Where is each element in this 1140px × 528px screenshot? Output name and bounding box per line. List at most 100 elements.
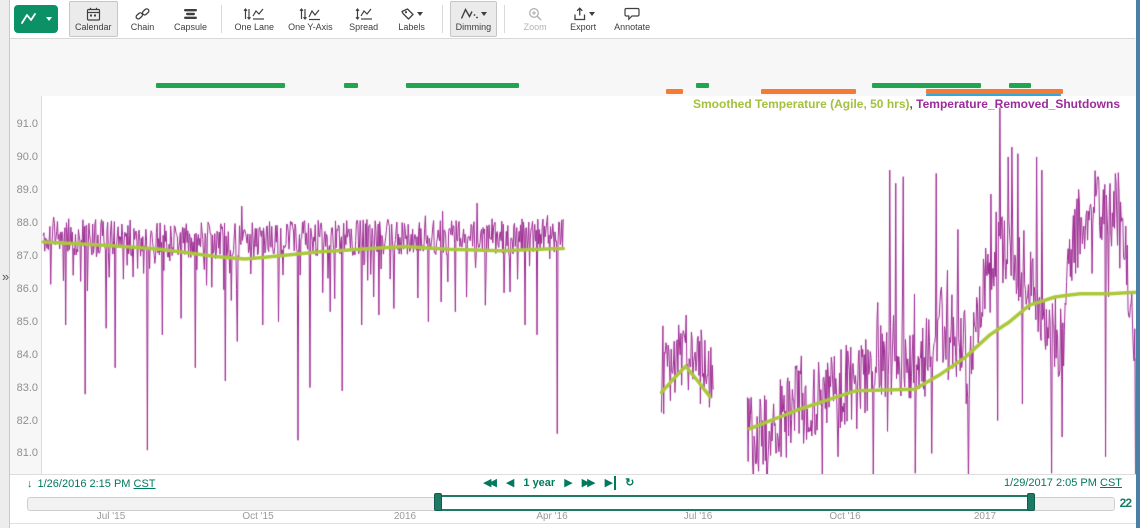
- capsule-green-bar: [1009, 83, 1031, 88]
- toolbar-button-label: Labels: [398, 22, 425, 32]
- toolbar-button-label: Zoom: [524, 22, 547, 32]
- auto-update-icon[interactable]: ↻: [625, 476, 634, 490]
- capsule-orange-bar: [666, 89, 684, 94]
- annotate-icon: [624, 6, 640, 21]
- step-forward-half-icon[interactable]: ▶: [564, 476, 572, 490]
- y-axis-tick-label: 81.0: [11, 447, 38, 459]
- range-duration-label[interactable]: 1 year: [523, 477, 555, 489]
- step-back-half-icon[interactable]: ◀: [506, 476, 514, 490]
- capsule-green-bar: [406, 83, 520, 88]
- capsule-green-bar: [156, 83, 285, 88]
- scrollbar-time-label: 2017: [950, 511, 1020, 522]
- caret-down-icon: [417, 12, 423, 16]
- toolbar-separator: [442, 5, 443, 33]
- zoom-icon: [528, 6, 543, 21]
- labels-icon: [400, 6, 423, 21]
- y-axis-tick-label: 90.0: [11, 151, 38, 163]
- toolbar-button-label: Capsule: [174, 22, 207, 32]
- y-axis-tick-label: 89.0: [11, 184, 38, 196]
- one-lane-icon: [243, 6, 265, 21]
- toolbar-separator: [221, 5, 222, 33]
- one-yaxis-icon: [299, 6, 321, 21]
- step-forward-full-icon[interactable]: ▶▶: [582, 476, 596, 490]
- annotate-button[interactable]: Annotate: [608, 1, 656, 37]
- caret-down-icon: [589, 12, 595, 16]
- zoom-button: Zoom: [512, 1, 558, 37]
- range-end: 1/29/2017 2:05 PM CST: [1004, 477, 1122, 489]
- trend-view-button[interactable]: [14, 5, 58, 33]
- chart-legend: Smoothed Temperature (Agile, 50 hrs), Te…: [693, 97, 1120, 111]
- step-to-now-icon[interactable]: ▶: [605, 476, 616, 490]
- y-axis-tick-label: 87.0: [11, 250, 38, 262]
- range-start-timezone[interactable]: CST: [134, 478, 156, 490]
- trend-toolbar: Calendar Chain Capsule One Lane One Y-Axis Sp…: [10, 0, 1135, 39]
- calendar-button[interactable]: Calendar: [69, 1, 118, 37]
- caret-down-icon: [46, 17, 52, 21]
- y-axis-tick-label: 88.0: [11, 217, 38, 229]
- toolbar-button-label: Spread: [349, 22, 378, 32]
- scrollbar-left-handle[interactable]: [434, 493, 442, 511]
- range-navigation: ◀◀ ◀ 1 year ▶ ▶▶ ▶ ↻: [483, 476, 634, 490]
- dimming-button[interactable]: Dimming: [450, 1, 498, 37]
- export-button[interactable]: Export: [560, 1, 606, 37]
- trend-chart-canvas[interactable]: [41, 96, 1140, 493]
- toolbar-separator: [504, 5, 505, 33]
- capsule-green-bar: [344, 83, 358, 88]
- range-start: ↓ 1/26/2016 2:15 PM CST: [27, 477, 156, 491]
- step-back-full-icon[interactable]: ◀◀: [483, 476, 497, 490]
- toolbar-button-label: Chain: [131, 22, 155, 32]
- scrollbar-time-label: Oct '15: [223, 511, 293, 522]
- investigate-start-icon[interactable]: ↓: [27, 477, 33, 491]
- toolbar-button-label: Annotate: [614, 22, 650, 32]
- scrollbar-time-label: 2016: [370, 511, 440, 522]
- trend-icon: [20, 12, 52, 27]
- legend-raw-series[interactable]: Temperature_Removed_Shutdowns: [916, 97, 1120, 111]
- scrollbar-time-label: Jul '16: [663, 511, 733, 522]
- chain-button[interactable]: Chain: [120, 1, 166, 37]
- y-axis-tick-label: 91.0: [11, 118, 38, 130]
- display-range-bar: ↓ 1/26/2016 2:15 PM CST ◀◀ ◀ 1 year ▶ ▶▶…: [0, 474, 1136, 494]
- toolbar-button-label: One Y-Axis: [288, 22, 333, 32]
- collapsed-left-panel[interactable]: [0, 0, 10, 528]
- range-start-datetime[interactable]: 1/26/2016 2:15 PM CST: [38, 478, 156, 490]
- expand-panel-icon[interactable]: »: [2, 270, 9, 283]
- range-end-date: 1/29/2017 2:05 PM: [1004, 477, 1097, 489]
- spread-button[interactable]: Spread: [341, 1, 387, 37]
- legend-smoothed-series[interactable]: Smoothed Temperature (Agile, 50 hrs): [693, 97, 910, 111]
- toolbar-button-label: One Lane: [235, 22, 275, 32]
- time-scrollbar-selected-range[interactable]: [437, 495, 1034, 511]
- y-axis-tick-label: 86.0: [11, 283, 38, 295]
- dimming-icon: [460, 6, 487, 21]
- y-axis-tick-label: 85.0: [11, 316, 38, 328]
- range-end-datetime[interactable]: 1/29/2017 2:05 PM CST: [1004, 477, 1122, 489]
- y-axis-tick-label: 84.0: [11, 349, 38, 361]
- capsule-green-bar: [872, 83, 981, 88]
- range-end-timezone[interactable]: CST: [1100, 477, 1122, 489]
- capsule-icon: [183, 6, 198, 21]
- scrollbar-calendar-icon[interactable]: 22: [1120, 496, 1131, 510]
- y-axis-tick-label: 83.0: [11, 382, 38, 394]
- chart-panel: 91.0 90.0 89.0 88.0 87.0 86.0 85.0 84.0 83.0 82.0…: [10, 38, 1136, 474]
- scrollbar-right-handle[interactable]: [1027, 493, 1035, 511]
- capsule-button[interactable]: Capsule: [168, 1, 214, 37]
- scrollbar-time-label: Oct '16: [810, 511, 880, 522]
- caret-down-icon: [481, 12, 487, 16]
- time-scrollbar-region: Jul '15 Oct '15 2016 Apr '16 Jul '16 Oct '16 2…: [0, 492, 1136, 524]
- panel-splitter[interactable]: [1136, 0, 1140, 528]
- scrollbar-time-label: Apr '16: [517, 511, 587, 522]
- toolbar-button-label: Export: [570, 22, 596, 32]
- y-axis-tick-label: 82.0: [11, 415, 38, 427]
- capsule-green-bar: [696, 83, 709, 88]
- spread-icon: [355, 6, 373, 21]
- range-start-date: 1/26/2016 2:15 PM: [38, 478, 131, 490]
- labels-button[interactable]: Labels: [389, 1, 435, 37]
- trend-workbench: { "colors":{ "purple":"#9d2c93","smooth_…: [0, 0, 1140, 528]
- capsule-orange-bar: [926, 89, 1063, 94]
- calendar-icon: [86, 6, 101, 21]
- capsule-orange-bar: [761, 89, 857, 94]
- scrollbar-time-label: Jul '15: [76, 511, 146, 522]
- toolbar-button-label: Calendar: [75, 22, 112, 32]
- one-lane-button[interactable]: One Lane: [229, 1, 281, 37]
- chain-icon: [135, 6, 150, 21]
- one-y-axis-button[interactable]: One Y-Axis: [282, 1, 339, 37]
